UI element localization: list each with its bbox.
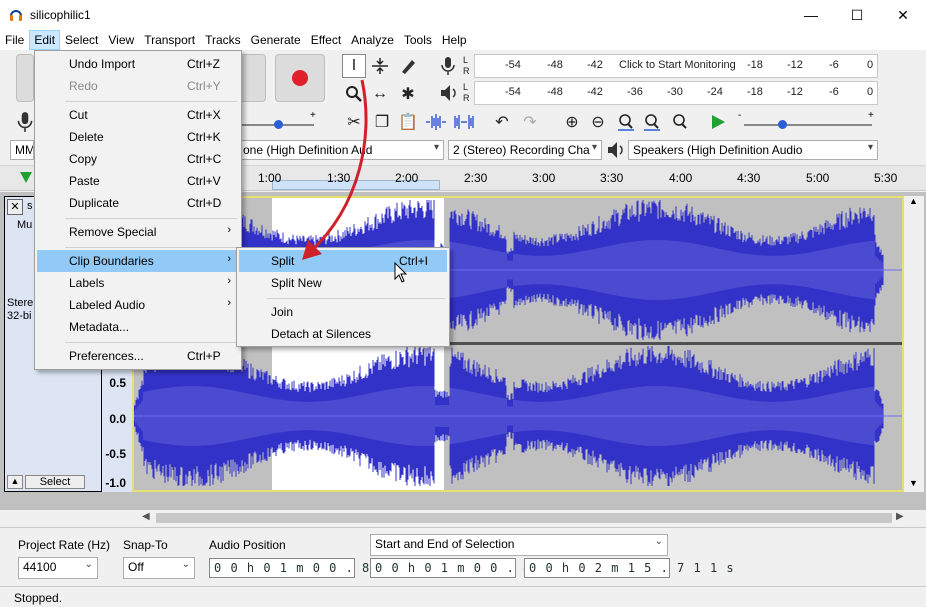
menu-bar: File Edit Select View Transport Tracks G… <box>0 30 926 50</box>
playback-speed-slider[interactable] <box>744 120 872 129</box>
project-rate-label: Project Rate (Hz) <box>18 538 111 552</box>
microphone-icon[interactable] <box>438 55 458 77</box>
menu-item-delete[interactable]: Delete Ctrl+K <box>37 126 239 148</box>
zoom-out-icon[interactable]: ⊖ <box>586 110 610 134</box>
menu-item-cut[interactable]: Cut Ctrl+X <box>37 104 239 126</box>
mouse-cursor-icon <box>394 262 408 283</box>
zoom-toggle-icon[interactable] <box>668 110 692 134</box>
playback-meter[interactable]: L R -54 -48 -42 -36 -30 -24 -18 -12 -6 0 <box>463 81 878 105</box>
play-at-speed-icon[interactable] <box>706 110 730 134</box>
maximize-button[interactable]: ☐ <box>834 0 880 30</box>
snap-to-combo[interactable]: Off ⌄ <box>123 557 195 579</box>
menu-item-metadata[interactable]: Metadata... <box>37 316 239 338</box>
edit-menu: Undo Import Ctrl+Z Redo Ctrl+Y Cut Ctrl+X D… <box>34 50 242 370</box>
scroll-thumb[interactable] <box>156 513 892 523</box>
menu-item-split-new[interactable]: Split New <box>239 272 447 294</box>
selection-end-field[interactable]: 0 0 h 0 2 m 1 5 . 7 1 1 s <box>524 558 734 578</box>
track-format-info: Stere <box>7 297 34 309</box>
pause-button[interactable] <box>16 54 34 102</box>
multi-tool-icon[interactable]: ✱ <box>396 82 420 106</box>
audio-host-combo[interactable]: MM <box>10 140 34 160</box>
submenu-arrow-icon: › <box>227 275 231 287</box>
redo-icon[interactable]: ↷ <box>518 110 542 134</box>
selection-start-field[interactable]: 0 0 h 0 1 m 0 0 . 8 5 1 s <box>370 558 580 578</box>
click-to-monitor-label: Click to Start Monitoring <box>619 59 736 71</box>
menu-file[interactable]: File <box>0 30 29 50</box>
menu-analyze[interactable]: Analyze <box>346 30 399 50</box>
menu-item-copy[interactable]: Copy Ctrl+C <box>37 148 239 170</box>
track-name[interactable]: s <box>27 200 33 212</box>
envelope-tool-icon[interactable] <box>368 54 392 78</box>
fit-project-icon[interactable] <box>640 110 664 134</box>
menu-transport[interactable]: Transport <box>139 30 200 50</box>
menu-item-paste[interactable]: Paste Ctrl+V <box>37 170 239 192</box>
status-bar: Stopped. <box>0 586 926 607</box>
menu-select[interactable]: Select <box>60 30 103 50</box>
track-bitdepth-info: 32-bi <box>7 310 32 322</box>
menu-item-labels[interactable]: Labels › <box>37 272 239 294</box>
audio-position-label: Audio Position <box>209 538 286 552</box>
vertical-scrollbar[interactable]: ▲ ▼ <box>904 196 924 492</box>
menu-item-join[interactable]: Join <box>239 301 447 323</box>
title-bar: silicophilic1 — ☐ ✕ <box>0 0 926 30</box>
submenu-arrow-icon: › <box>227 253 231 265</box>
fit-selection-icon[interactable] <box>614 110 638 134</box>
menu-item-remove-special[interactable]: Remove Special › <box>37 221 239 243</box>
selection-toolbar: Project Rate (Hz) 44100 ⌄ Snap-To Off ⌄ Au… <box>0 527 926 585</box>
output-speaker-icon <box>608 142 623 158</box>
record-meter[interactable]: L R -54 -48 -42 Click to Start Monitorin… <box>463 54 878 78</box>
submenu-arrow-icon: › <box>227 297 231 309</box>
collapse-track-icon[interactable]: ▲ <box>7 475 23 489</box>
track-close-icon[interactable]: ✕ <box>7 199 23 215</box>
playback-device-combo[interactable]: Speakers (High Definition Audio ▾ <box>628 140 878 160</box>
menu-item-undo-import[interactable]: Undo Import Ctrl+Z <box>37 53 239 75</box>
close-button[interactable]: ✕ <box>880 0 926 30</box>
draw-tool-icon[interactable] <box>396 54 420 78</box>
menu-item-detach-at-silences[interactable]: Detach at Silences <box>239 323 447 345</box>
audio-position-field[interactable]: 0 0 h 0 1 m 0 0 . 8 5 1 s <box>209 558 419 578</box>
zoom-in-icon[interactable]: ⊕ <box>560 110 584 134</box>
selection-mode-combo[interactable]: Start and End of Selection ⌄ <box>370 534 668 556</box>
horizontal-scrollbar[interactable]: ◀ ▶ <box>0 510 926 526</box>
menu-item-duplicate[interactable]: Duplicate Ctrl+D <box>37 192 239 214</box>
menu-help[interactable]: Help <box>437 30 472 50</box>
window-title: silicophilic1 <box>30 8 91 22</box>
audacity-logo-icon <box>10 10 22 21</box>
menu-item-labeled-audio[interactable]: Labeled Audio › <box>37 294 239 316</box>
undo-icon[interactable]: ↶ <box>490 110 514 134</box>
menu-generate[interactable]: Generate <box>246 30 306 50</box>
menu-item-clip-boundaries[interactable]: Clip Boundaries › <box>37 250 239 272</box>
menu-item-redo[interactable]: Redo Ctrl+Y <box>37 75 239 97</box>
menu-item-preferences[interactable]: Preferences... Ctrl+P <box>37 345 239 367</box>
minimize-button[interactable]: — <box>788 0 834 30</box>
project-rate-combo[interactable]: 44100 ⌄ <box>18 557 98 579</box>
mute-button[interactable]: Mu <box>17 219 32 231</box>
menu-tools[interactable]: Tools <box>399 30 437 50</box>
submenu-arrow-icon: › <box>227 224 231 236</box>
speaker-icon[interactable] <box>438 82 458 104</box>
recording-channels-combo[interactable]: 2 (Stereo) Recording Cha ▾ <box>448 140 602 160</box>
status-text: Stopped. <box>14 591 63 605</box>
input-mic-icon <box>17 112 33 132</box>
play-head-icon[interactable] <box>18 169 34 185</box>
menu-edit[interactable]: Edit <box>29 30 61 50</box>
selection-tool-icon[interactable]: I <box>342 54 366 78</box>
menu-view[interactable]: View <box>103 30 139 50</box>
menu-effect[interactable]: Effect <box>306 30 346 50</box>
trim-icon[interactable] <box>424 110 448 134</box>
track-select-button[interactable]: Select <box>25 475 85 489</box>
snap-to-label: Snap-To <box>123 538 168 552</box>
paste-icon[interactable]: 📋 <box>396 110 420 134</box>
annotation-arrow-icon <box>302 79 368 260</box>
menu-tracks[interactable]: Tracks <box>200 30 246 50</box>
silence-icon[interactable] <box>452 110 476 134</box>
